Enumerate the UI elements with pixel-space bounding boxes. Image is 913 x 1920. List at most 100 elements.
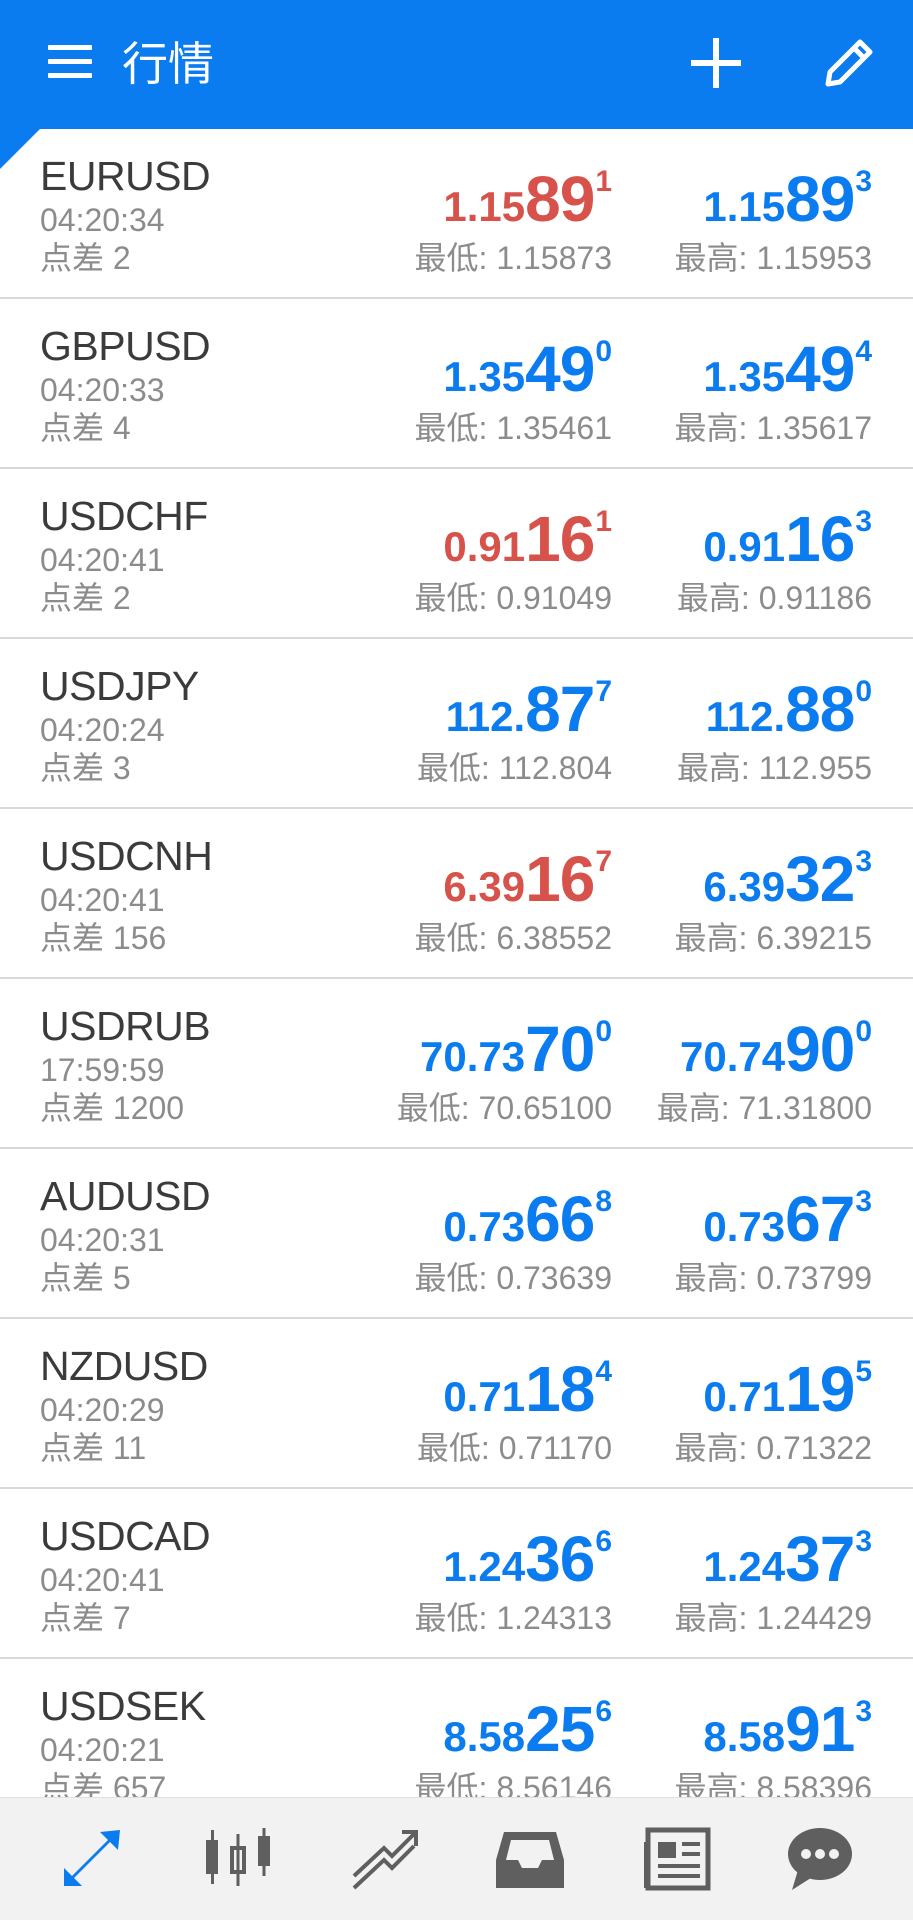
high-price: 最高: 1.35617 — [674, 410, 872, 446]
bid-price: 0.73668 — [443, 1183, 612, 1255]
spread-value: 点差 11 — [40, 1430, 147, 1466]
spread-value: 点差 3 — [40, 750, 131, 786]
symbol-name: USDRUB — [40, 1003, 211, 1049]
low-price: 最低: 0.73639 — [414, 1260, 612, 1296]
high-price: 最高: 1.15953 — [674, 240, 872, 276]
bid-price: 1.35490 — [443, 333, 612, 405]
low-price: 最低: 70.65100 — [396, 1090, 612, 1126]
selected-row-marker — [0, 129, 40, 169]
high-price: 最高: 71.31800 — [656, 1090, 872, 1126]
quote-row[interactable]: USDCAD 04:20:41 点差 7 1.24366 1.24373 最低:… — [0, 1489, 913, 1659]
ask-price: 0.71195 — [703, 1353, 872, 1425]
news-icon — [644, 1827, 711, 1891]
symbol-name: USDSEK — [40, 1683, 206, 1729]
spread-value: 点差 7 — [40, 1600, 131, 1636]
high-price: 最高: 0.73799 — [674, 1260, 872, 1296]
quote-time: 17:59:59 — [40, 1052, 165, 1088]
ask-price: 1.24373 — [703, 1523, 872, 1595]
quote-row[interactable]: USDSEK 04:20:21 点差 657 8.58256 8.58913 最… — [0, 1659, 913, 1797]
quote-row[interactable]: USDRUB 17:59:59 点差 1200 70.73700 70.7490… — [0, 979, 913, 1149]
ask-price: 1.35494 — [703, 333, 872, 405]
quote-list[interactable]: EURUSD 04:20:34 点差 2 1.15891 1.15893 最低:… — [0, 129, 913, 1797]
high-price: 最高: 0.71322 — [674, 1430, 872, 1466]
low-price: 最低: 1.24313 — [414, 1600, 612, 1636]
bid-price: 112.877 — [445, 673, 612, 745]
tab-trade[interactable] — [344, 1818, 424, 1898]
quote-time: 04:20:41 — [40, 542, 165, 578]
bottom-navigation — [0, 1797, 913, 1920]
low-price: 最低: 0.91049 — [414, 580, 612, 616]
ask-price: 1.15893 — [703, 163, 872, 235]
inbox-history-icon — [496, 1832, 564, 1888]
symbol-name: USDJPY — [40, 663, 199, 709]
quote-time: 04:20:31 — [40, 1222, 165, 1258]
quote-time: 04:20:21 — [40, 1732, 165, 1768]
quote-row[interactable]: GBPUSD 04:20:33 点差 4 1.35490 1.35494 最低:… — [0, 299, 913, 469]
chat-bubble-icon — [788, 1828, 852, 1890]
tab-chart[interactable] — [198, 1818, 278, 1898]
quote-row[interactable]: USDCNH 04:20:41 点差 156 6.39167 6.39323 最… — [0, 809, 913, 979]
symbol-name: AUDUSD — [40, 1173, 211, 1219]
quote-time: 04:20:29 — [40, 1392, 165, 1428]
quote-row[interactable]: USDJPY 04:20:24 点差 3 112.877 112.880 最低:… — [0, 639, 913, 809]
tab-history[interactable] — [490, 1818, 570, 1898]
page-title: 行情 — [122, 38, 214, 90]
symbol-name: EURUSD — [40, 153, 211, 199]
low-price: 最低: 1.35461 — [414, 410, 612, 446]
low-price: 最低: 1.15873 — [414, 240, 612, 276]
quote-row[interactable]: NZDUSD 04:20:29 点差 11 0.71184 0.71195 最低… — [0, 1319, 913, 1489]
high-price: 最高: 112.955 — [676, 750, 872, 786]
quote-time: 04:20:41 — [40, 882, 165, 918]
plus-icon[interactable] — [683, 30, 749, 96]
symbol-name: USDCNH — [40, 833, 213, 879]
spread-value: 点差 657 — [40, 1770, 167, 1797]
spread-value: 点差 5 — [40, 1260, 131, 1296]
tab-chat[interactable] — [780, 1818, 860, 1898]
symbol-name: GBPUSD — [40, 323, 211, 369]
trade-trend-icon — [352, 1830, 418, 1890]
symbol-name: USDCHF — [40, 493, 208, 539]
spread-value: 点差 1200 — [40, 1090, 185, 1126]
app-bar: 行情 — [0, 0, 913, 129]
bid-price: 6.39167 — [443, 843, 612, 915]
spread-value: 点差 2 — [40, 580, 131, 616]
ask-price: 70.74900 — [680, 1013, 872, 1085]
quotes-arrows-icon — [64, 1830, 120, 1886]
pencil-icon[interactable] — [816, 30, 882, 96]
bid-price: 70.73700 — [420, 1013, 612, 1085]
quote-time: 04:20:33 — [40, 372, 165, 408]
low-price: 最低: 0.71170 — [416, 1430, 612, 1466]
symbol-name: NZDUSD — [40, 1343, 208, 1389]
ask-price: 0.91163 — [703, 503, 872, 575]
spread-value: 点差 4 — [40, 410, 131, 446]
spread-value: 点差 156 — [40, 920, 167, 956]
candlestick-chart-icon — [206, 1828, 270, 1886]
quote-row[interactable]: EURUSD 04:20:34 点差 2 1.15891 1.15893 最低:… — [0, 129, 913, 299]
tab-quotes[interactable] — [52, 1818, 132, 1898]
bid-price: 8.58256 — [443, 1693, 612, 1765]
quote-row[interactable]: AUDUSD 04:20:31 点差 5 0.73668 0.73673 最低:… — [0, 1149, 913, 1319]
ask-price: 0.73673 — [703, 1183, 872, 1255]
high-price: 最高: 8.58396 — [674, 1770, 872, 1797]
quote-row[interactable]: USDCHF 04:20:41 点差 2 0.91161 0.91163 最低:… — [0, 469, 913, 639]
high-price: 最高: 0.91186 — [676, 580, 872, 616]
bid-price: 0.91161 — [443, 503, 612, 575]
quote-time: 04:20:24 — [40, 712, 165, 748]
low-price: 最低: 6.38552 — [414, 920, 612, 956]
ask-price: 8.58913 — [703, 1693, 872, 1765]
high-price: 最高: 1.24429 — [674, 1600, 872, 1636]
tab-news[interactable] — [636, 1818, 716, 1898]
bid-price: 1.24366 — [443, 1523, 612, 1595]
ask-price: 112.880 — [705, 673, 872, 745]
bid-price: 1.15891 — [443, 163, 612, 235]
ask-price: 6.39323 — [703, 843, 872, 915]
high-price: 最高: 6.39215 — [674, 920, 872, 956]
bid-price: 0.71184 — [443, 1353, 612, 1425]
symbol-name: USDCAD — [40, 1513, 211, 1559]
low-price: 最低: 112.804 — [416, 750, 612, 786]
low-price: 最低: 8.56146 — [414, 1770, 612, 1797]
quote-time: 04:20:34 — [40, 202, 165, 238]
hamburger-menu-icon[interactable] — [44, 39, 98, 85]
spread-value: 点差 2 — [40, 240, 131, 276]
quote-time: 04:20:41 — [40, 1562, 165, 1598]
